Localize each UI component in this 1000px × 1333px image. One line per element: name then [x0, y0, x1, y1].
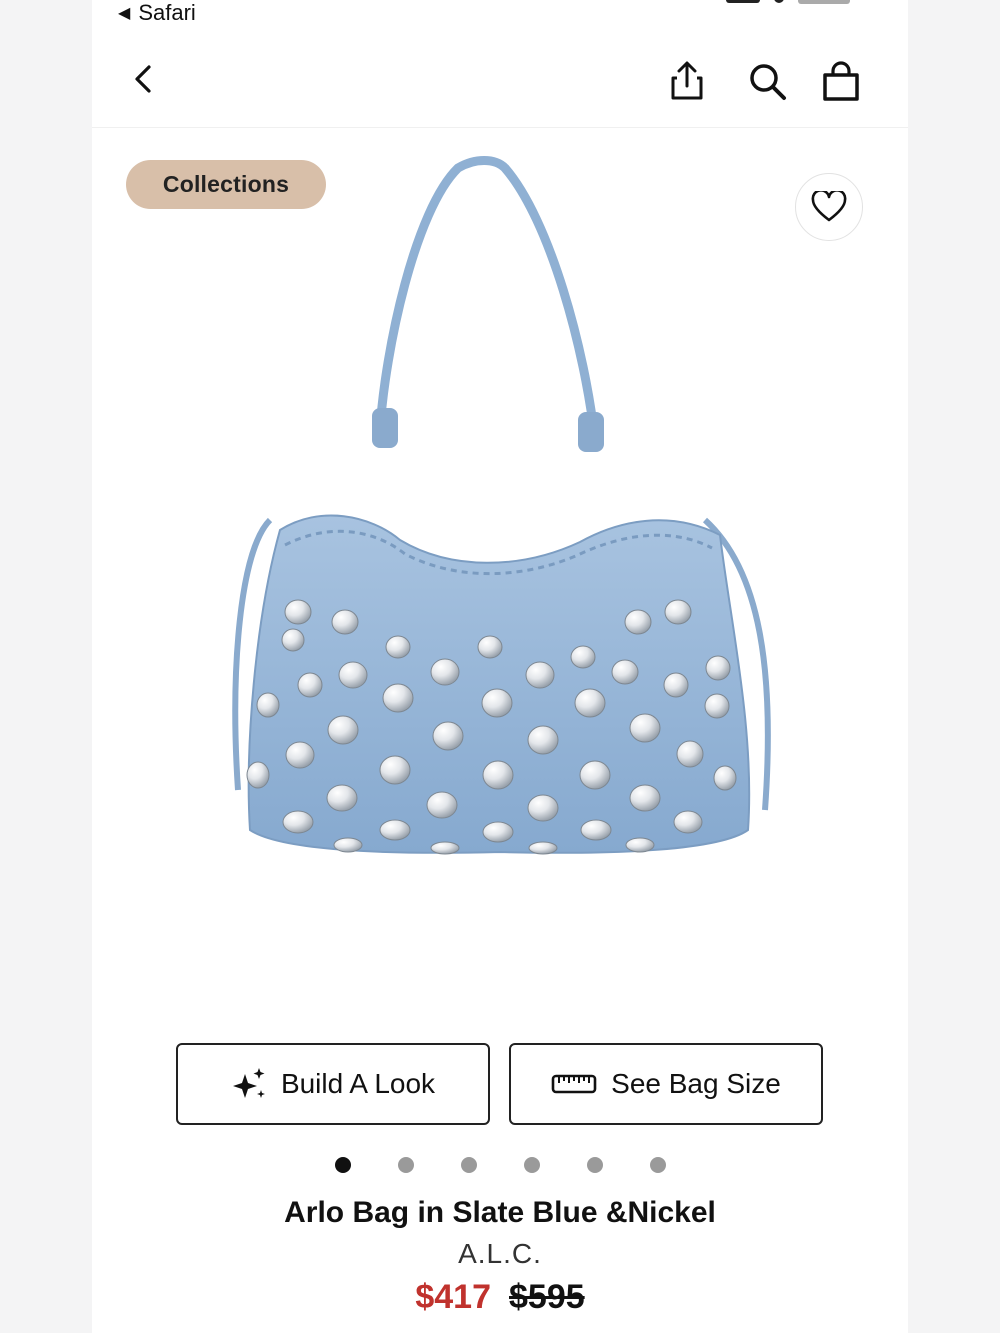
product-brand[interactable]: A.L.C.	[0, 1238, 1000, 1270]
collections-badge[interactable]: Collections	[126, 160, 326, 209]
heart-icon	[811, 191, 847, 222]
status-icons	[726, 0, 850, 6]
share-icon	[671, 61, 703, 100]
sale-price: $417	[415, 1278, 491, 1316]
see-bag-size-label: See Bag Size	[611, 1068, 781, 1099]
build-a-look-button[interactable]: Build A Look	[176, 1043, 490, 1125]
image-carousel-dots	[0, 1157, 1000, 1173]
see-bag-size-button[interactable]: See Bag Size	[509, 1043, 823, 1125]
back-chevron-icon	[135, 65, 151, 93]
original-price: $595	[509, 1278, 585, 1316]
product-title: Arlo Bag in Slate Blue &Nickel	[284, 1196, 716, 1229]
bag-illustration	[232, 156, 771, 855]
shopping-bag-icon	[823, 61, 859, 101]
search-button[interactable]	[744, 58, 790, 104]
search-icon	[750, 64, 786, 100]
status-back-to-safari[interactable]: ◀ Safari	[118, 0, 196, 28]
carousel-dot-4[interactable]	[523, 1157, 540, 1173]
back-button[interactable]	[122, 58, 164, 100]
carousel-dot-3[interactable]	[460, 1157, 477, 1173]
shopping-bag-button[interactable]	[818, 58, 864, 104]
signal-icon	[726, 0, 760, 3]
wishlist-button[interactable]	[795, 173, 863, 241]
share-button[interactable]	[664, 58, 710, 104]
carousel-dot-6[interactable]	[649, 1157, 666, 1173]
product-image[interactable]	[200, 150, 800, 870]
status-back-label: Safari	[138, 0, 196, 25]
carousel-dot-1[interactable]	[334, 1157, 351, 1173]
battery-icon	[798, 0, 850, 4]
ruler-icon	[551, 1074, 597, 1094]
carousel-dot-2[interactable]	[397, 1157, 414, 1173]
wifi-icon	[774, 0, 784, 3]
back-triangle-icon: ◀	[118, 5, 131, 22]
price-row: $417 $595	[0, 1278, 1000, 1317]
carousel-dot-5[interactable]	[586, 1157, 603, 1173]
sparkle-icon	[232, 1068, 265, 1098]
build-a-look-label: Build A Look	[280, 1068, 436, 1099]
